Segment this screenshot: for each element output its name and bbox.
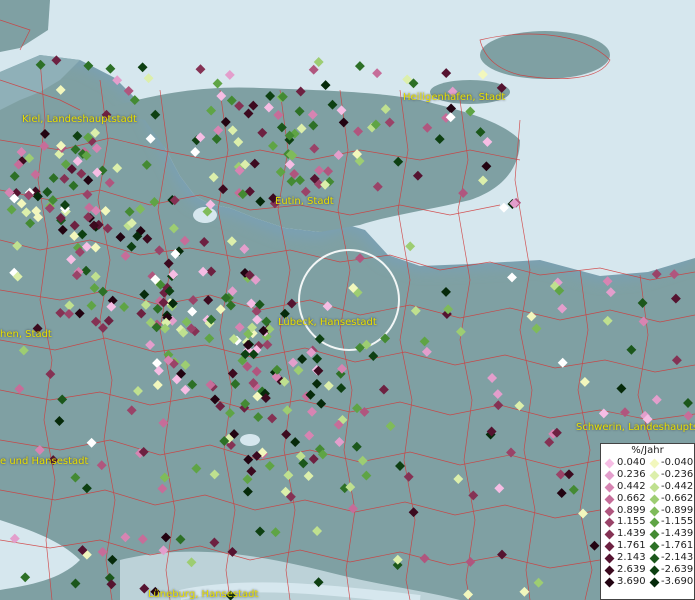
legend-value-positive: 1.439 bbox=[617, 528, 646, 540]
legend-value-positive: 3.690 bbox=[617, 575, 646, 587]
city-label-neumuenster[interactable]: hen, Stadt bbox=[0, 329, 52, 340]
legend-swatch-positive bbox=[604, 565, 615, 576]
legend-value-positive: 0.236 bbox=[617, 468, 646, 480]
city-label-eutin[interactable]: Eutin, Stadt bbox=[275, 196, 334, 207]
city-label-lueneburg[interactable]: Lüneburg, Hansestadt bbox=[148, 589, 258, 600]
legend-swatch-negative bbox=[649, 529, 660, 540]
legend-value-negative: -0.040 bbox=[661, 457, 694, 468]
legend-row: 1.439 -1.439 bbox=[601, 528, 694, 540]
city-label-luebeck[interactable]: Lübeck, Hansestadt bbox=[278, 317, 377, 328]
legend-swatch-negative bbox=[649, 541, 660, 552]
legend-swatch-negative bbox=[649, 482, 660, 493]
legend-row: 2.639 -2.639 bbox=[601, 564, 694, 576]
map-canvas[interactable] bbox=[0, 0, 695, 600]
city-label-hamburg[interactable]: e und Hansestadt bbox=[0, 456, 88, 467]
legend-swatch-negative bbox=[649, 470, 660, 481]
legend-swatch-positive bbox=[604, 494, 615, 505]
legend-swatch-negative bbox=[649, 494, 660, 505]
legend-row: 0.442 -0.442 bbox=[601, 481, 694, 493]
legend-swatch-positive bbox=[604, 541, 615, 552]
legend-row: 0.899 -0.899 bbox=[601, 505, 694, 517]
legend-value-positive: 0.442 bbox=[617, 480, 646, 492]
legend-value-negative: -1.761 bbox=[661, 540, 694, 552]
legend-value-positive: 1.155 bbox=[617, 516, 646, 528]
legend-swatch-negative bbox=[649, 506, 660, 517]
city-label-kiel[interactable]: Kiel, Landeshauptstadt bbox=[22, 114, 137, 125]
city-label-heiligenhafen[interactable]: Heiligenhafen, Stadt bbox=[403, 92, 505, 103]
legend-swatch-negative bbox=[649, 577, 660, 588]
legend-swatch-positive bbox=[604, 458, 615, 469]
legend-value-negative: -1.439 bbox=[661, 528, 694, 540]
legend-value-positive: 2.143 bbox=[617, 552, 646, 564]
legend-value-negative: -0.899 bbox=[661, 504, 694, 516]
legend-swatch-negative bbox=[649, 458, 660, 469]
legend-value-positive: 0.899 bbox=[617, 504, 646, 516]
legend-value-negative: -1.155 bbox=[661, 516, 694, 528]
city-label-schwerin[interactable]: Schwerin, Landeshauptst bbox=[576, 422, 695, 433]
legend-value-positive: 1.761 bbox=[617, 540, 646, 552]
legend-swatch-positive bbox=[604, 506, 615, 517]
legend-swatch-positive bbox=[604, 470, 615, 481]
legend-swatch-negative bbox=[649, 565, 660, 576]
legend-value-negative: -3.690 bbox=[661, 575, 694, 587]
legend-value-negative: -0.662 bbox=[661, 492, 694, 504]
legend-swatch-negative bbox=[649, 553, 660, 564]
legend-row: 2.143 -2.143 bbox=[601, 552, 694, 564]
legend-value-positive: 0.662 bbox=[617, 492, 646, 504]
legend-row: 3.690 -3.690 bbox=[601, 576, 694, 588]
legend-value-positive: 2.639 bbox=[617, 564, 646, 576]
legend-row: 0.236 -0.236 bbox=[601, 469, 694, 481]
legend-value-negative: -0.236 bbox=[661, 468, 694, 480]
legend-swatch-positive bbox=[604, 577, 615, 588]
legend-swatch-positive bbox=[604, 518, 615, 528]
legend-value-negative: -2.639 bbox=[661, 564, 694, 576]
legend-swatch-positive bbox=[604, 529, 615, 540]
legend-swatch-positive bbox=[604, 553, 615, 564]
legend-row: 1.761 -1.761 bbox=[601, 540, 694, 552]
legend-row: 1.155 -1.155 bbox=[601, 516, 694, 528]
legend-title: %/Jahr bbox=[631, 445, 664, 456]
legend-value-positive: 0.040 bbox=[617, 457, 646, 468]
legend-swatch-positive bbox=[604, 482, 615, 493]
legend-row: 0.040 -0.040 bbox=[601, 457, 694, 469]
legend-row: 0.662 -0.662 bbox=[601, 493, 694, 505]
legend-value-negative: -0.442 bbox=[661, 480, 694, 492]
legend-value-negative: -2.143 bbox=[661, 552, 694, 564]
legend-swatch-negative bbox=[649, 518, 660, 528]
map-legend: %/Jahr 0.040 -0.040 0.236 -0.236 0.442 -0.442… bbox=[600, 443, 695, 600]
legend-rows: 0.040 -0.040 0.236 -0.236 0.442 -0.442 0.662 -0… bbox=[601, 457, 694, 588]
